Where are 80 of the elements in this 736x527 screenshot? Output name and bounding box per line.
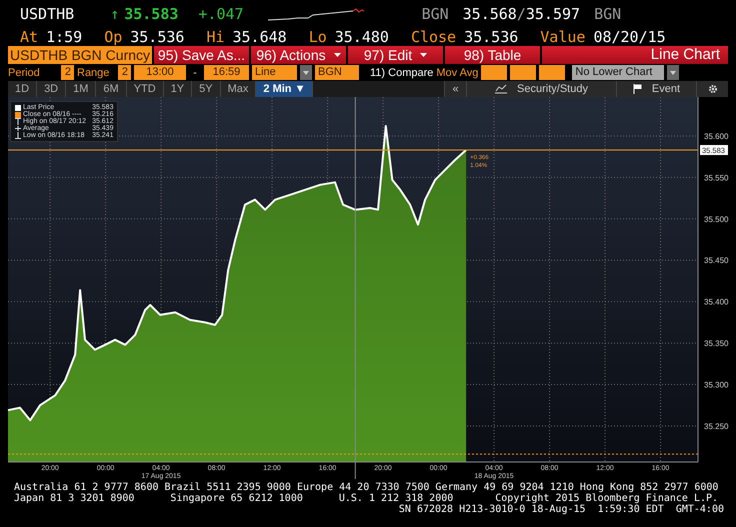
chart-title: Line Chart <box>542 46 728 64</box>
range-tab[interactable]: 6M <box>96 81 127 97</box>
toolbar-button[interactable]: 95) Save As... <box>154 46 249 64</box>
ask-price: 35.597 <box>526 5 580 23</box>
y-axis-label: 35.250 <box>704 422 728 431</box>
stat-label: Op <box>104 28 122 46</box>
y-axis-label: 35.600 <box>704 132 728 141</box>
high-marker-icon <box>15 118 21 125</box>
stat-label: At <box>20 28 38 46</box>
range-tab[interactable]: 1D <box>8 81 38 97</box>
range-tab[interactable]: Max <box>220 81 256 97</box>
range-tab[interactable]: 1M <box>66 81 96 97</box>
source-label: BGN <box>422 5 449 23</box>
period-label: Period <box>8 66 41 78</box>
toolbar-button[interactable]: 97) Edit <box>348 46 443 64</box>
range-tab[interactable]: 5Y <box>192 81 221 97</box>
stat-value: 1:59 <box>46 28 82 46</box>
stat-value: 35.536 <box>130 28 184 46</box>
range-field[interactable]: 2 <box>118 65 131 80</box>
contact-info: Japan 81 3 3201 8900 <box>14 493 134 504</box>
stat-label: Hi <box>206 28 224 46</box>
y-axis-label: 35.500 <box>704 214 728 224</box>
chart-line-icon <box>495 84 508 94</box>
contact-line: Australia 61 2 9777 8600 Brazil 5511 2395 9000 Europe 44 20 7330 7500 Germany 49 69 9204 1210 Hong Kong 852 2977 6000 <box>14 482 718 493</box>
settings-icon <box>708 84 718 94</box>
flag-icon <box>632 84 642 94</box>
average-marker-icon <box>15 125 21 132</box>
toolbar-button[interactable]: 96) Actions <box>251 46 346 64</box>
y-axis-label: 35.450 <box>704 256 728 266</box>
settings-button[interactable] <box>696 81 728 97</box>
stat-label: Value <box>540 28 586 46</box>
source-label: BGN <box>594 5 622 23</box>
mov-avg-field[interactable] <box>510 65 536 80</box>
compare-link[interactable]: 11) Compare <box>370 66 434 78</box>
collapse-button[interactable]: « <box>444 81 466 97</box>
trend-arrow: ↑ <box>110 5 120 23</box>
bid-price: 35.568 <box>462 5 517 23</box>
period-field[interactable]: 2 <box>61 65 74 80</box>
caret-icon <box>670 70 676 74</box>
session-info: SN 672028 H213-3010-0 18-Aug-15 1:59:30 EDT GMT-4:00 <box>398 504 724 515</box>
range-dash: - <box>192 66 198 78</box>
price-change: +.047 <box>198 5 244 23</box>
y-axis-label: 35.550 <box>704 173 728 182</box>
security-field[interactable]: USDTHB BGN Curncy <box>8 46 152 64</box>
stat-value: 08/20/15 <box>593 28 666 46</box>
start-time-field[interactable]: 13:00 <box>134 65 186 80</box>
stat-label: Close <box>410 28 456 46</box>
contact-info: Copyright 2015 Bloomberg Finance L.P. <box>495 493 718 504</box>
y-axis-label: 35.400 <box>704 298 728 307</box>
stat-label: Lo <box>308 28 327 46</box>
pricing-field[interactable]: BGN <box>315 65 359 80</box>
y-axis-label: 35.300 <box>704 380 728 390</box>
range-tab[interactable]: 1Y <box>164 81 192 97</box>
stat-value: 35.536 <box>464 28 518 46</box>
mov-avg-field[interactable] <box>481 65 508 80</box>
ticker: USDTHB <box>20 5 74 23</box>
lower-chart-field[interactable]: No Lower Chart <box>572 65 664 80</box>
toolbar-button[interactable]: 98) Table <box>445 46 540 64</box>
caret-icon <box>420 53 428 57</box>
range-tab[interactable]: 2 Min ▼ <box>256 81 314 97</box>
mov-avg-field[interactable] <box>539 65 566 80</box>
range-tab[interactable]: 3D <box>37 81 66 97</box>
contact-info: Singapore 65 6212 1000 <box>170 493 303 504</box>
range-tab[interactable]: YTD <box>126 81 164 97</box>
y-axis-label: 35.350 <box>704 339 728 348</box>
end-time-field[interactable]: 16:59 <box>204 65 249 80</box>
security-study-button[interactable]: Security/Study <box>466 81 616 97</box>
event-button[interactable]: Event <box>616 81 696 97</box>
dropdown-button[interactable] <box>667 65 680 80</box>
last-price: 35.583 <box>124 5 178 23</box>
low-marker-icon <box>15 132 21 139</box>
mov-avg-label: Mov Avg <box>436 66 478 78</box>
caret-icon <box>334 53 341 57</box>
stat-value: 35.648 <box>232 28 287 46</box>
caret-icon <box>303 70 309 74</box>
contact-info: U.S. 1 212 318 2000 <box>338 493 454 504</box>
stat-value: 35.480 <box>334 28 389 46</box>
price-separator: / <box>516 5 526 23</box>
range-label: Range <box>77 66 110 78</box>
chart-type-field[interactable]: Line <box>252 65 297 80</box>
